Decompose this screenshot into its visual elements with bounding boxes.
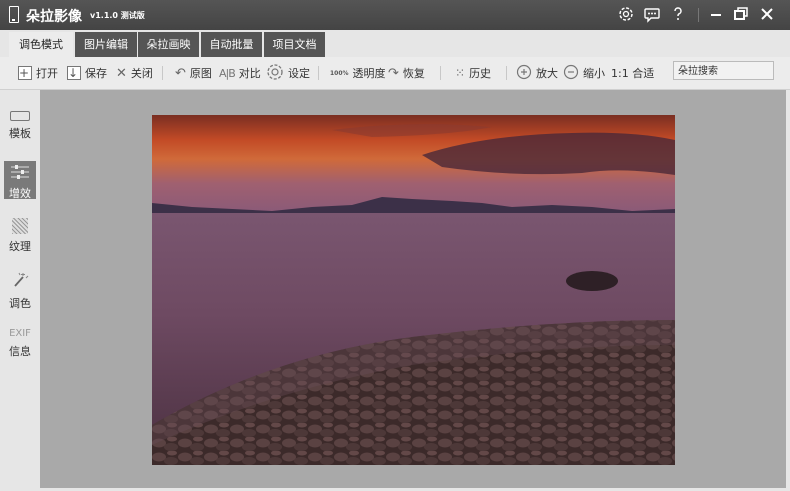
- restore-button[interactable]: ↷ 恢复: [388, 63, 425, 83]
- sidebar-item-texture[interactable]: 纹理: [4, 216, 36, 254]
- right-border: [786, 90, 790, 488]
- search-input[interactable]: 朵拉搜索: [673, 61, 774, 80]
- zoom-in-label: 放大: [536, 67, 558, 80]
- fit-button[interactable]: 1:1 合适: [611, 63, 654, 83]
- close-label: 关闭: [130, 67, 153, 80]
- phone-logo-icon: [9, 6, 19, 23]
- zoom-out-button[interactable]: 缩小: [563, 63, 605, 83]
- download-arrow-icon: ↓: [67, 66, 81, 80]
- minimize-icon[interactable]: [707, 5, 725, 23]
- sliders-icon: [9, 164, 31, 183]
- sidebar-item-label: 模板: [9, 127, 31, 140]
- sidebar-item-label: 纹理: [9, 240, 31, 253]
- close-button[interactable]: ✕ 关闭: [116, 63, 153, 83]
- magic-wand-icon: [11, 272, 29, 291]
- sidebar-item-enhance[interactable]: 增效: [4, 161, 36, 200]
- plus-icon: +: [18, 66, 32, 80]
- toolbar: + 打开 ↓ 保存 ✕ 关闭 ↶ 原图 A|B 对比 设定 100% 透明度 ↷…: [0, 57, 790, 90]
- tab-dora-frame[interactable]: 朵拉画映: [138, 32, 199, 57]
- chat-icon[interactable]: [643, 5, 661, 23]
- history-button[interactable]: ⁙ 历史: [455, 63, 491, 83]
- title-divider: [698, 8, 699, 22]
- close-window-icon[interactable]: [758, 5, 776, 23]
- settings-gear-icon: [266, 63, 284, 84]
- app-title: 朵拉影像: [26, 9, 82, 25]
- history-dots-icon: ⁙: [455, 66, 466, 80]
- exif-icon: EXIF: [9, 328, 31, 339]
- open-button[interactable]: + 打开: [18, 63, 58, 83]
- sidebar-item-info[interactable]: EXIF 信息: [4, 328, 36, 366]
- compare-label: 对比: [238, 67, 261, 80]
- undo-arrow-icon: ↶: [175, 65, 186, 81]
- gear-icon[interactable]: [617, 5, 635, 23]
- sunset-seascape-photo[interactable]: [152, 115, 675, 465]
- original-button[interactable]: ↶ 原图: [175, 63, 212, 83]
- open-label: 打开: [36, 67, 58, 80]
- sidebar-item-label: 调色: [9, 297, 31, 310]
- redo-arrow-icon: ↷: [388, 65, 399, 81]
- mode-tabs: 调色模式 图片编辑 朵拉画映 自动批量 项目文档: [0, 30, 790, 57]
- zoom-in-button[interactable]: 放大: [516, 63, 558, 83]
- save-button[interactable]: ↓ 保存: [67, 63, 107, 83]
- opacity-button[interactable]: 100% 透明度: [330, 63, 386, 83]
- toolbar-divider: [318, 66, 319, 80]
- texture-icon: [12, 218, 28, 234]
- tab-image-edit[interactable]: 图片编辑: [75, 32, 137, 57]
- tab-color-mode[interactable]: 调色模式: [9, 32, 73, 57]
- history-label: 历史: [469, 67, 492, 80]
- tab-project-docs[interactable]: 项目文档: [264, 32, 325, 57]
- title-bar: 朵拉影像 v1.1.0 测试版: [0, 0, 790, 30]
- settings-button[interactable]: 设定: [266, 63, 310, 83]
- zoom-out-icon: [563, 64, 579, 83]
- opacity-icon: 100%: [330, 69, 349, 77]
- restore-icon[interactable]: [732, 5, 750, 23]
- close-x-icon: ✕: [116, 65, 127, 81]
- sidebar-item-color[interactable]: 调色: [4, 270, 36, 310]
- ab-compare-icon: A|B: [219, 66, 236, 80]
- zoom-out-label: 缩小: [583, 67, 605, 80]
- opacity-label: 透明度: [352, 67, 386, 80]
- sidebar: 模板 增效 纹理 调色 EXIF 信息: [0, 90, 40, 491]
- sidebar-item-templates[interactable]: 模板: [4, 108, 36, 148]
- image-canvas[interactable]: [40, 90, 786, 488]
- settings-label: 设定: [288, 67, 310, 80]
- toolbar-divider: [440, 66, 441, 80]
- app-version: v1.1.0 测试版: [90, 11, 145, 20]
- save-label: 保存: [85, 67, 107, 80]
- toolbar-divider: [162, 66, 163, 80]
- restore-label: 恢复: [402, 67, 425, 80]
- sidebar-item-label: 增效: [9, 187, 31, 200]
- help-icon[interactable]: [669, 5, 687, 23]
- tab-auto-batch[interactable]: 自动批量: [201, 32, 262, 57]
- tag-icon: [10, 111, 30, 121]
- toolbar-divider: [506, 66, 507, 80]
- original-label: 原图: [189, 67, 212, 80]
- compare-button[interactable]: A|B 对比: [219, 63, 261, 83]
- sidebar-item-label: 信息: [9, 345, 31, 358]
- zoom-in-icon: [516, 64, 532, 83]
